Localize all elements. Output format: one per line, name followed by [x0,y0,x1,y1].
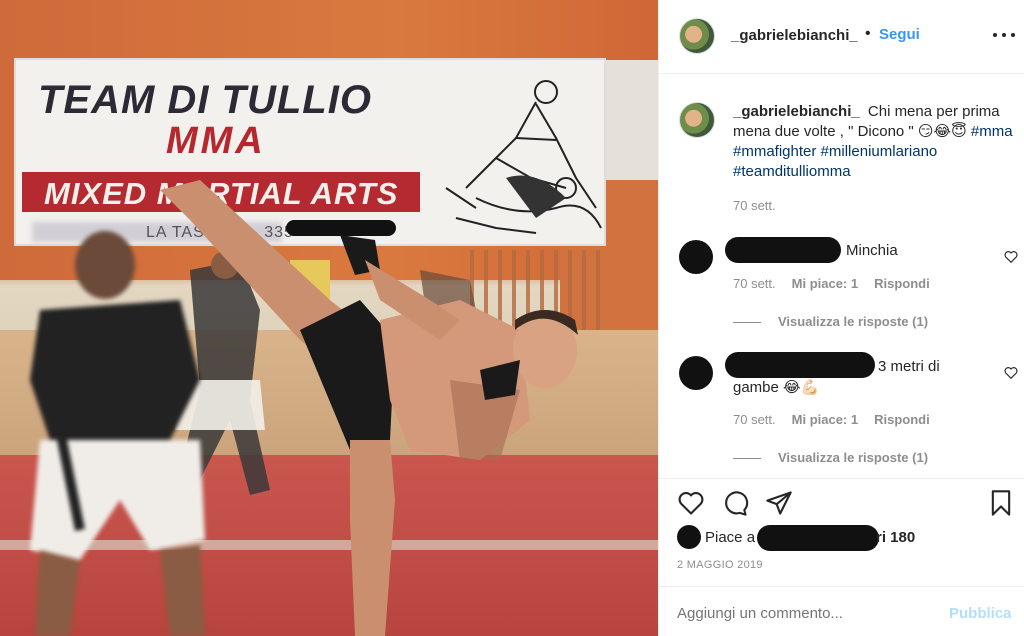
caption: _gabrielebianchi_ Chi mena per prima men… [733,102,1013,182]
comments-section[interactable]: _gabrielebianchi_ Chi mena per prima men… [659,74,1024,478]
replies-line [733,322,761,323]
liker-avatar[interactable] [677,525,701,549]
comment-like-heart-icon[interactable] [1004,250,1018,264]
comment-icon[interactable] [721,489,749,517]
hashtag[interactable]: #mmafighter [733,143,816,160]
replies-line [733,458,761,459]
likes-count[interactable]: ri 180 [876,529,915,546]
follow-button[interactable]: Segui [879,26,920,43]
hashtag[interactable]: #mma [971,123,1013,140]
comment-likes[interactable]: Mi piace: 1 [792,276,858,291]
add-comment-bar: Pubblica [659,586,1024,636]
bookmark-icon[interactable] [987,489,1015,517]
comment-time[interactable]: 70 sett. [733,276,776,291]
reply-button[interactable]: Rispondi [874,412,930,427]
heart-icon[interactable] [677,489,705,517]
comment-meta: 70 sett. Mi piace: 1 Rispondi [733,412,930,427]
likes-prefix: Piace a [705,529,756,546]
post-sidebar: _gabrielebianchi_ • Segui _gabrielebianc… [658,0,1024,636]
post-photo[interactable]: TEAM DI TULLIO MMA MIXED MARTIAL ARTS LA… [0,0,658,636]
comment-avatar[interactable] [679,356,713,390]
caption-time[interactable]: 70 sett. [733,198,776,213]
comment-text-line2: gambe 😂💪🏻 [733,379,820,396]
post-header: _gabrielebianchi_ • Segui [659,0,1024,74]
comment-text: Minchia [846,242,898,259]
comment-username-redacted [725,237,841,263]
separator-dot: • [865,25,871,42]
comment-like-heart-icon[interactable] [1004,366,1018,380]
comment-input[interactable] [677,605,937,622]
publish-button[interactable]: Pubblica [949,605,1012,622]
post-actions: Piace a ri 180 2 MAGGIO 2019 [659,478,1024,586]
caption-avatar[interactable] [679,102,715,138]
share-icon[interactable] [765,489,793,517]
more-options-icon[interactable] [993,27,1015,43]
comment-likes[interactable]: Mi piace: 1 [792,412,858,427]
liker-name-redacted [757,525,879,551]
view-replies-button[interactable]: Visualizza le risposte (1) [778,450,928,465]
hashtag[interactable]: #teamditulliomma [733,163,851,180]
author-username[interactable]: _gabrielebianchi_ [731,27,858,44]
reply-button[interactable]: Rispondi [874,276,930,291]
comment-avatar[interactable] [679,240,713,274]
author-avatar[interactable] [679,18,715,54]
comment-text: 3 metri di [878,358,940,375]
hashtag[interactable]: #milleniumlariano [821,143,938,160]
blurred-fighter [30,231,205,636]
comment-time[interactable]: 70 sett. [733,412,776,427]
caption-username[interactable]: _gabrielebianchi_ [733,103,860,120]
comment-meta: 70 sett. Mi piace: 1 Rispondi [733,276,930,291]
post-date[interactable]: 2 MAGGIO 2019 [677,559,763,571]
view-replies-button[interactable]: Visualizza le risposte (1) [778,314,928,329]
comment-username-redacted [725,352,875,378]
